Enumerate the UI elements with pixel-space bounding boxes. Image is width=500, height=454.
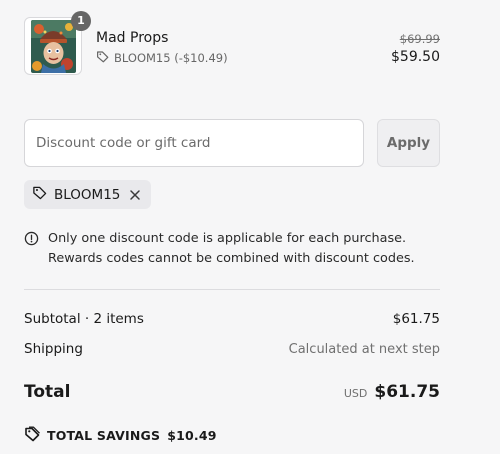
tag-icon xyxy=(24,426,40,445)
discount-notice: Only one discount code is applicable for… xyxy=(24,229,440,269)
item-discount-label: BLOOM15 (-$10.49) xyxy=(114,51,228,65)
shipping-row: Shipping Calculated at next step xyxy=(24,341,440,357)
applied-discount-chip: BLOOM15 xyxy=(24,180,152,209)
currency-code: USD xyxy=(343,387,368,400)
discount-form: Apply xyxy=(24,119,440,167)
subtotal-row: Subtotal · 2 items $61.75 xyxy=(24,311,440,327)
notice-line-2: Rewards codes cannot be combined with di… xyxy=(48,251,415,266)
shipping-label: Shipping xyxy=(24,341,83,357)
subtotal-value: $61.75 xyxy=(392,311,440,327)
total-label: Total xyxy=(24,382,71,402)
product-artwork-thumbnail xyxy=(31,20,76,73)
original-price: $69.99 xyxy=(399,32,440,46)
product-thumbnail: 1 xyxy=(24,11,91,75)
order-summary: 1 Mad Props BLOOM15 (-$10.49) $69.99 $59… xyxy=(0,0,500,454)
total-savings: TOTAL SAVINGS $10.49 xyxy=(24,426,217,445)
savings-label: TOTAL SAVINGS xyxy=(47,428,161,443)
shipping-value: Calculated at next step xyxy=(288,342,440,357)
tag-icon xyxy=(96,50,109,66)
discounted-price: $59.50 xyxy=(391,49,440,65)
total-amount: USD $61.75 xyxy=(344,382,440,402)
info-icon xyxy=(24,231,39,269)
total-value: $61.75 xyxy=(374,382,440,402)
notice-line-1: Only one discount code is applicable for… xyxy=(48,231,407,246)
subtotal-label: Subtotal · 2 items xyxy=(24,311,144,327)
item-discount: BLOOM15 (-$10.49) xyxy=(96,50,228,66)
line-item: 1 Mad Props BLOOM15 (-$10.49) $69.99 $59… xyxy=(24,11,440,77)
divider xyxy=(24,289,440,290)
product-name: Mad Props xyxy=(96,30,169,46)
notice-text: Only one discount code is applicable for… xyxy=(48,229,415,269)
savings-value: $10.49 xyxy=(167,428,217,443)
close-icon[interactable] xyxy=(127,187,143,203)
apply-button[interactable]: Apply xyxy=(377,119,440,167)
total-row: Total USD $61.75 xyxy=(24,382,440,402)
tag-icon xyxy=(32,185,47,204)
quantity-badge: 1 xyxy=(71,11,91,31)
applied-discount-code: BLOOM15 xyxy=(54,186,121,203)
discount-code-input[interactable] xyxy=(24,119,364,167)
